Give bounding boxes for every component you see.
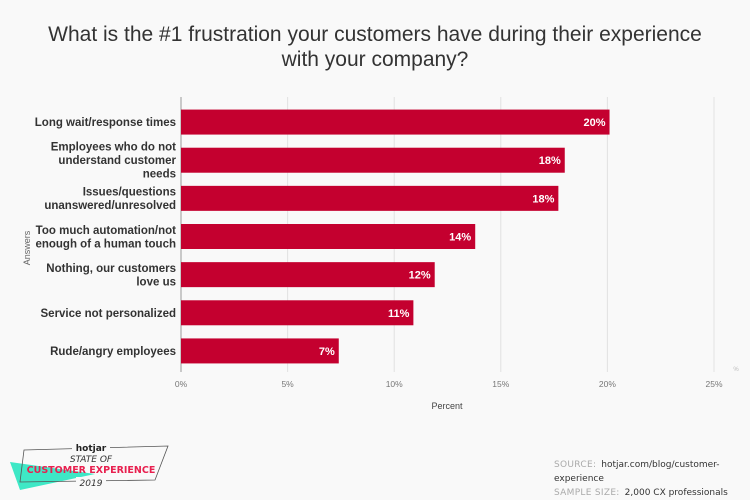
sample-size-key: SAMPLE SIZE: [554, 488, 620, 498]
category-label: Long wait/response times [35, 117, 176, 129]
stray-percent-label: % [733, 367, 739, 373]
bar [181, 147, 565, 173]
x-tick-label: 25% [705, 379, 722, 389]
bar [181, 338, 339, 364]
badge-line-2: CUSTOMER EXPERIENCE [27, 465, 156, 476]
y-axis-label: Answers [22, 230, 32, 265]
badge-line-1: STATE OF [70, 455, 113, 465]
category-label: Issues/questions unanswered/unresolved [44, 187, 176, 213]
badge-line-3: 2019 [80, 479, 103, 489]
bar-value-label: 12% [409, 270, 431, 282]
bar [181, 262, 435, 288]
badge-graphic: hotjar STATE OF CUSTOMER EXPERIENCE 2019 [10, 443, 169, 490]
category-label: Service not personalized [41, 308, 177, 320]
bar-value-label: 18% [532, 193, 554, 205]
bar-chart: 20% 18% 18% 14% 12% 11% 7% Long wait/response … [22, 97, 739, 411]
category-label: Nothing, our customers love us [46, 263, 176, 289]
bar [181, 185, 559, 211]
x-tick-label: 5% [281, 379, 294, 389]
category-label: Rude/angry employees [50, 346, 176, 358]
x-tick-label: 15% [492, 379, 509, 389]
x-axis-label: Percent [431, 401, 463, 411]
source-key: SOURCE: [554, 460, 597, 470]
category-label: Too much automation/not enough of a human… [35, 225, 176, 251]
bar-value-label: 20% [584, 117, 606, 129]
sample-size-value: 2,000 CX professionals [624, 488, 728, 498]
bar-value-label: 18% [539, 155, 561, 167]
bar-value-label: 14% [449, 232, 471, 244]
hotjar-logo: hotjar [76, 444, 107, 454]
x-tick-label: 20% [599, 379, 616, 389]
x-tick-label: 10% [386, 379, 403, 389]
bar-value-label: 7% [319, 346, 335, 358]
bar [181, 224, 476, 249]
footer-source: SOURCE: hotjar.com/blog/customer-experien… [554, 458, 750, 500]
bar [181, 109, 610, 135]
category-label: Employees who do not understand customer n… [51, 142, 177, 181]
x-tick-label: 0% [175, 379, 188, 389]
hotjar-report-badge: hotjar STATE OF CUSTOMER EXPERIENCE 2019 [10, 440, 180, 492]
bar-value-label: 11% [388, 308, 410, 320]
bar [181, 300, 414, 326]
